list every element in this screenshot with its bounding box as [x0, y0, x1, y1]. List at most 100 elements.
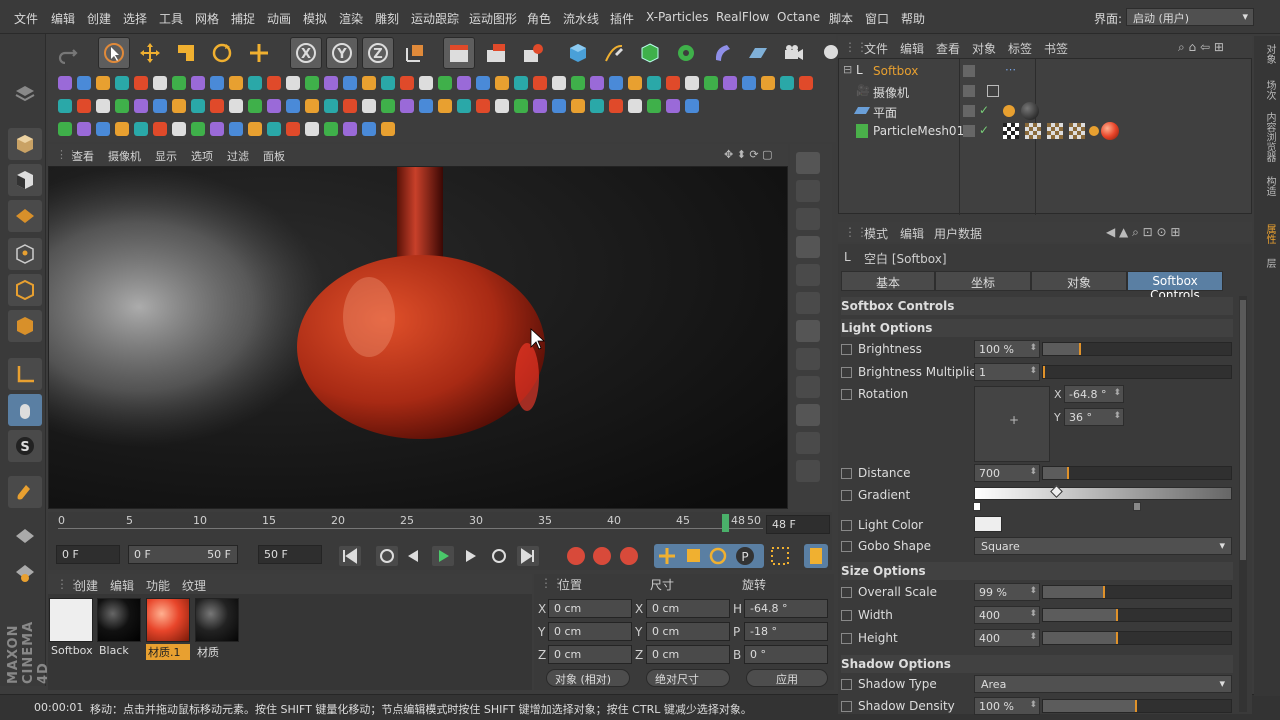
material-menu-edit[interactable]: 编辑: [110, 577, 134, 594]
distance-slider[interactable]: [1042, 466, 1232, 480]
tab-softbox-controls[interactable]: Softbox Controls: [1127, 271, 1223, 302]
om-menu-view[interactable]: 查看: [936, 40, 960, 57]
apply-button[interactable]: 应用: [746, 669, 828, 687]
polygon-mode-button[interactable]: [8, 310, 42, 342]
am-nav-icons[interactable]: ◀ ▲ ⌕ ⊡ ⊙ ⊞: [1106, 225, 1180, 240]
move-tool-button[interactable]: [134, 37, 166, 69]
edge-mode-button[interactable]: [8, 274, 42, 306]
uvw-tag-icon[interactable]: [1025, 123, 1041, 139]
shadow-density-slider[interactable]: [1042, 699, 1232, 713]
cube-object-button[interactable]: [562, 37, 594, 69]
object-row-plane[interactable]: 平面 ✓: [839, 101, 1251, 121]
layout-dropdown[interactable]: 启动 (用户): [1126, 8, 1254, 26]
check-icon[interactable]: ✓: [979, 123, 989, 137]
menu-mograph[interactable]: 运动图形: [469, 10, 517, 27]
object-row-softbox[interactable]: ⊟ L Softbox ⋯: [839, 61, 1251, 81]
gradient-bar[interactable]: [974, 487, 1232, 500]
compositing-tag-icon[interactable]: [1003, 105, 1015, 117]
planar-workplane-button[interactable]: [8, 556, 42, 588]
viewport-menu-options[interactable]: 选项: [191, 148, 213, 164]
z-axis-button[interactable]: Z: [362, 37, 394, 69]
deformer-button[interactable]: [706, 37, 738, 69]
menu-octane[interactable]: Octane: [777, 10, 820, 24]
am-menu-userdata[interactable]: 用户数据: [934, 225, 982, 242]
x-axis-button[interactable]: X: [290, 37, 322, 69]
side-tool-icons[interactable]: [790, 144, 832, 514]
om-menu-edit[interactable]: 编辑: [900, 40, 924, 57]
brightness-multiplier-field[interactable]: 1: [974, 363, 1040, 381]
xpresso-tag-icon[interactable]: ⋯: [1005, 63, 1016, 76]
render-settings-button[interactable]: [517, 37, 549, 69]
keyframe-box[interactable]: [841, 679, 852, 690]
rot-h-field[interactable]: -64.8 °: [744, 599, 828, 618]
am-menu-mode[interactable]: 模式: [864, 225, 888, 242]
menu-motion-tracking[interactable]: 运动跟踪: [411, 10, 459, 27]
gradient-knot-end[interactable]: [1133, 502, 1141, 511]
y-axis-button[interactable]: Y: [326, 37, 358, 69]
am-menu-edit[interactable]: 编辑: [900, 225, 924, 242]
pos-z-field[interactable]: 0 cm: [548, 645, 632, 664]
object-row-particlemesh[interactable]: ParticleMesh01 ✓: [839, 121, 1251, 141]
object-row-camera[interactable]: 🎥 摄像机: [839, 81, 1251, 101]
pos-x-field[interactable]: 0 cm: [548, 599, 632, 618]
rot-p-field[interactable]: -18 °: [744, 622, 828, 641]
timeline-ruler[interactable]: 0 5 10 15 20 25 30 35 40 45 48 50 48 F: [48, 512, 832, 540]
layer-box[interactable]: [963, 65, 975, 77]
model-mode-button[interactable]: [8, 128, 42, 160]
attribute-scrollbar[interactable]: [1239, 296, 1247, 712]
om-menu-bookmarks[interactable]: 书签: [1044, 40, 1068, 57]
size-mode-dropdown[interactable]: 绝对尺寸: [646, 669, 730, 687]
menu-window[interactable]: 窗口: [865, 10, 889, 27]
menu-edit[interactable]: 编辑: [51, 10, 75, 27]
keyframe-box[interactable]: [841, 541, 852, 552]
size-x-field[interactable]: 0 cm: [646, 599, 730, 618]
layer-box[interactable]: [963, 125, 975, 137]
viewport-menu-camera[interactable]: 摄像机: [108, 148, 141, 164]
keyframe-box[interactable]: [841, 468, 852, 479]
menu-sculpt[interactable]: 雕刻: [375, 10, 399, 27]
menu-select[interactable]: 选择: [123, 10, 147, 27]
tab-basic[interactable]: 基本: [841, 271, 935, 291]
material-default[interactable]: 材质: [195, 598, 239, 659]
subdivision-button[interactable]: [634, 37, 666, 69]
camera-button[interactable]: [778, 37, 810, 69]
uvw-tag-icon[interactable]: [1047, 123, 1063, 139]
texture-mode-button[interactable]: [8, 164, 42, 196]
keyframe-box[interactable]: [841, 367, 852, 378]
redo-button[interactable]: [52, 37, 84, 69]
viewport-nav-icons[interactable]: ✥ ⬍ ⟳ ▢: [724, 148, 773, 161]
current-frame-field[interactable]: 48 F: [766, 515, 830, 534]
layout-toggle[interactable]: [8, 78, 42, 110]
menu-plugins[interactable]: 插件: [610, 10, 634, 27]
rotation-x-field[interactable]: -64.8 °: [1064, 385, 1124, 403]
viewport-menu-filter[interactable]: 过滤: [227, 148, 249, 164]
pos-y-field[interactable]: 0 cm: [548, 622, 632, 641]
axis-mode-button[interactable]: [8, 358, 42, 390]
height-field[interactable]: 400: [974, 629, 1040, 647]
end-frame-field[interactable]: 50 F: [258, 545, 322, 564]
floor-button[interactable]: [742, 37, 774, 69]
menu-simulate[interactable]: 模拟: [303, 10, 327, 27]
layer-box[interactable]: [963, 85, 975, 97]
brightness-slider[interactable]: [1042, 342, 1232, 356]
gobo-shape-dropdown[interactable]: Square: [974, 537, 1232, 555]
om-menu-object[interactable]: 对象: [972, 40, 996, 57]
side-tab-structure[interactable]: 构造: [1257, 176, 1277, 196]
live-select-button[interactable]: [98, 37, 130, 69]
viewport-menu-panel[interactable]: 面板: [263, 148, 285, 164]
workplane-mode-button[interactable]: [8, 200, 42, 232]
check-icon[interactable]: ✓: [979, 103, 989, 117]
rotation-pad[interactable]: +: [974, 386, 1050, 462]
uvw-tag-icon[interactable]: [1003, 123, 1019, 139]
menu-snap[interactable]: 捕捉: [231, 10, 255, 27]
material-menu-function[interactable]: 功能: [146, 577, 170, 594]
material-menu-create[interactable]: 创建: [74, 577, 98, 594]
tab-object[interactable]: 对象: [1031, 271, 1127, 291]
cloner-button[interactable]: [670, 37, 702, 69]
width-field[interactable]: 400: [974, 606, 1040, 624]
compositing-tag-icon[interactable]: [1089, 126, 1099, 136]
material-tag-black[interactable]: [1021, 102, 1039, 120]
material-1[interactable]: 材质.1: [146, 598, 190, 660]
menu-character[interactable]: 角色: [527, 10, 551, 27]
menu-file[interactable]: 文件: [14, 10, 38, 27]
